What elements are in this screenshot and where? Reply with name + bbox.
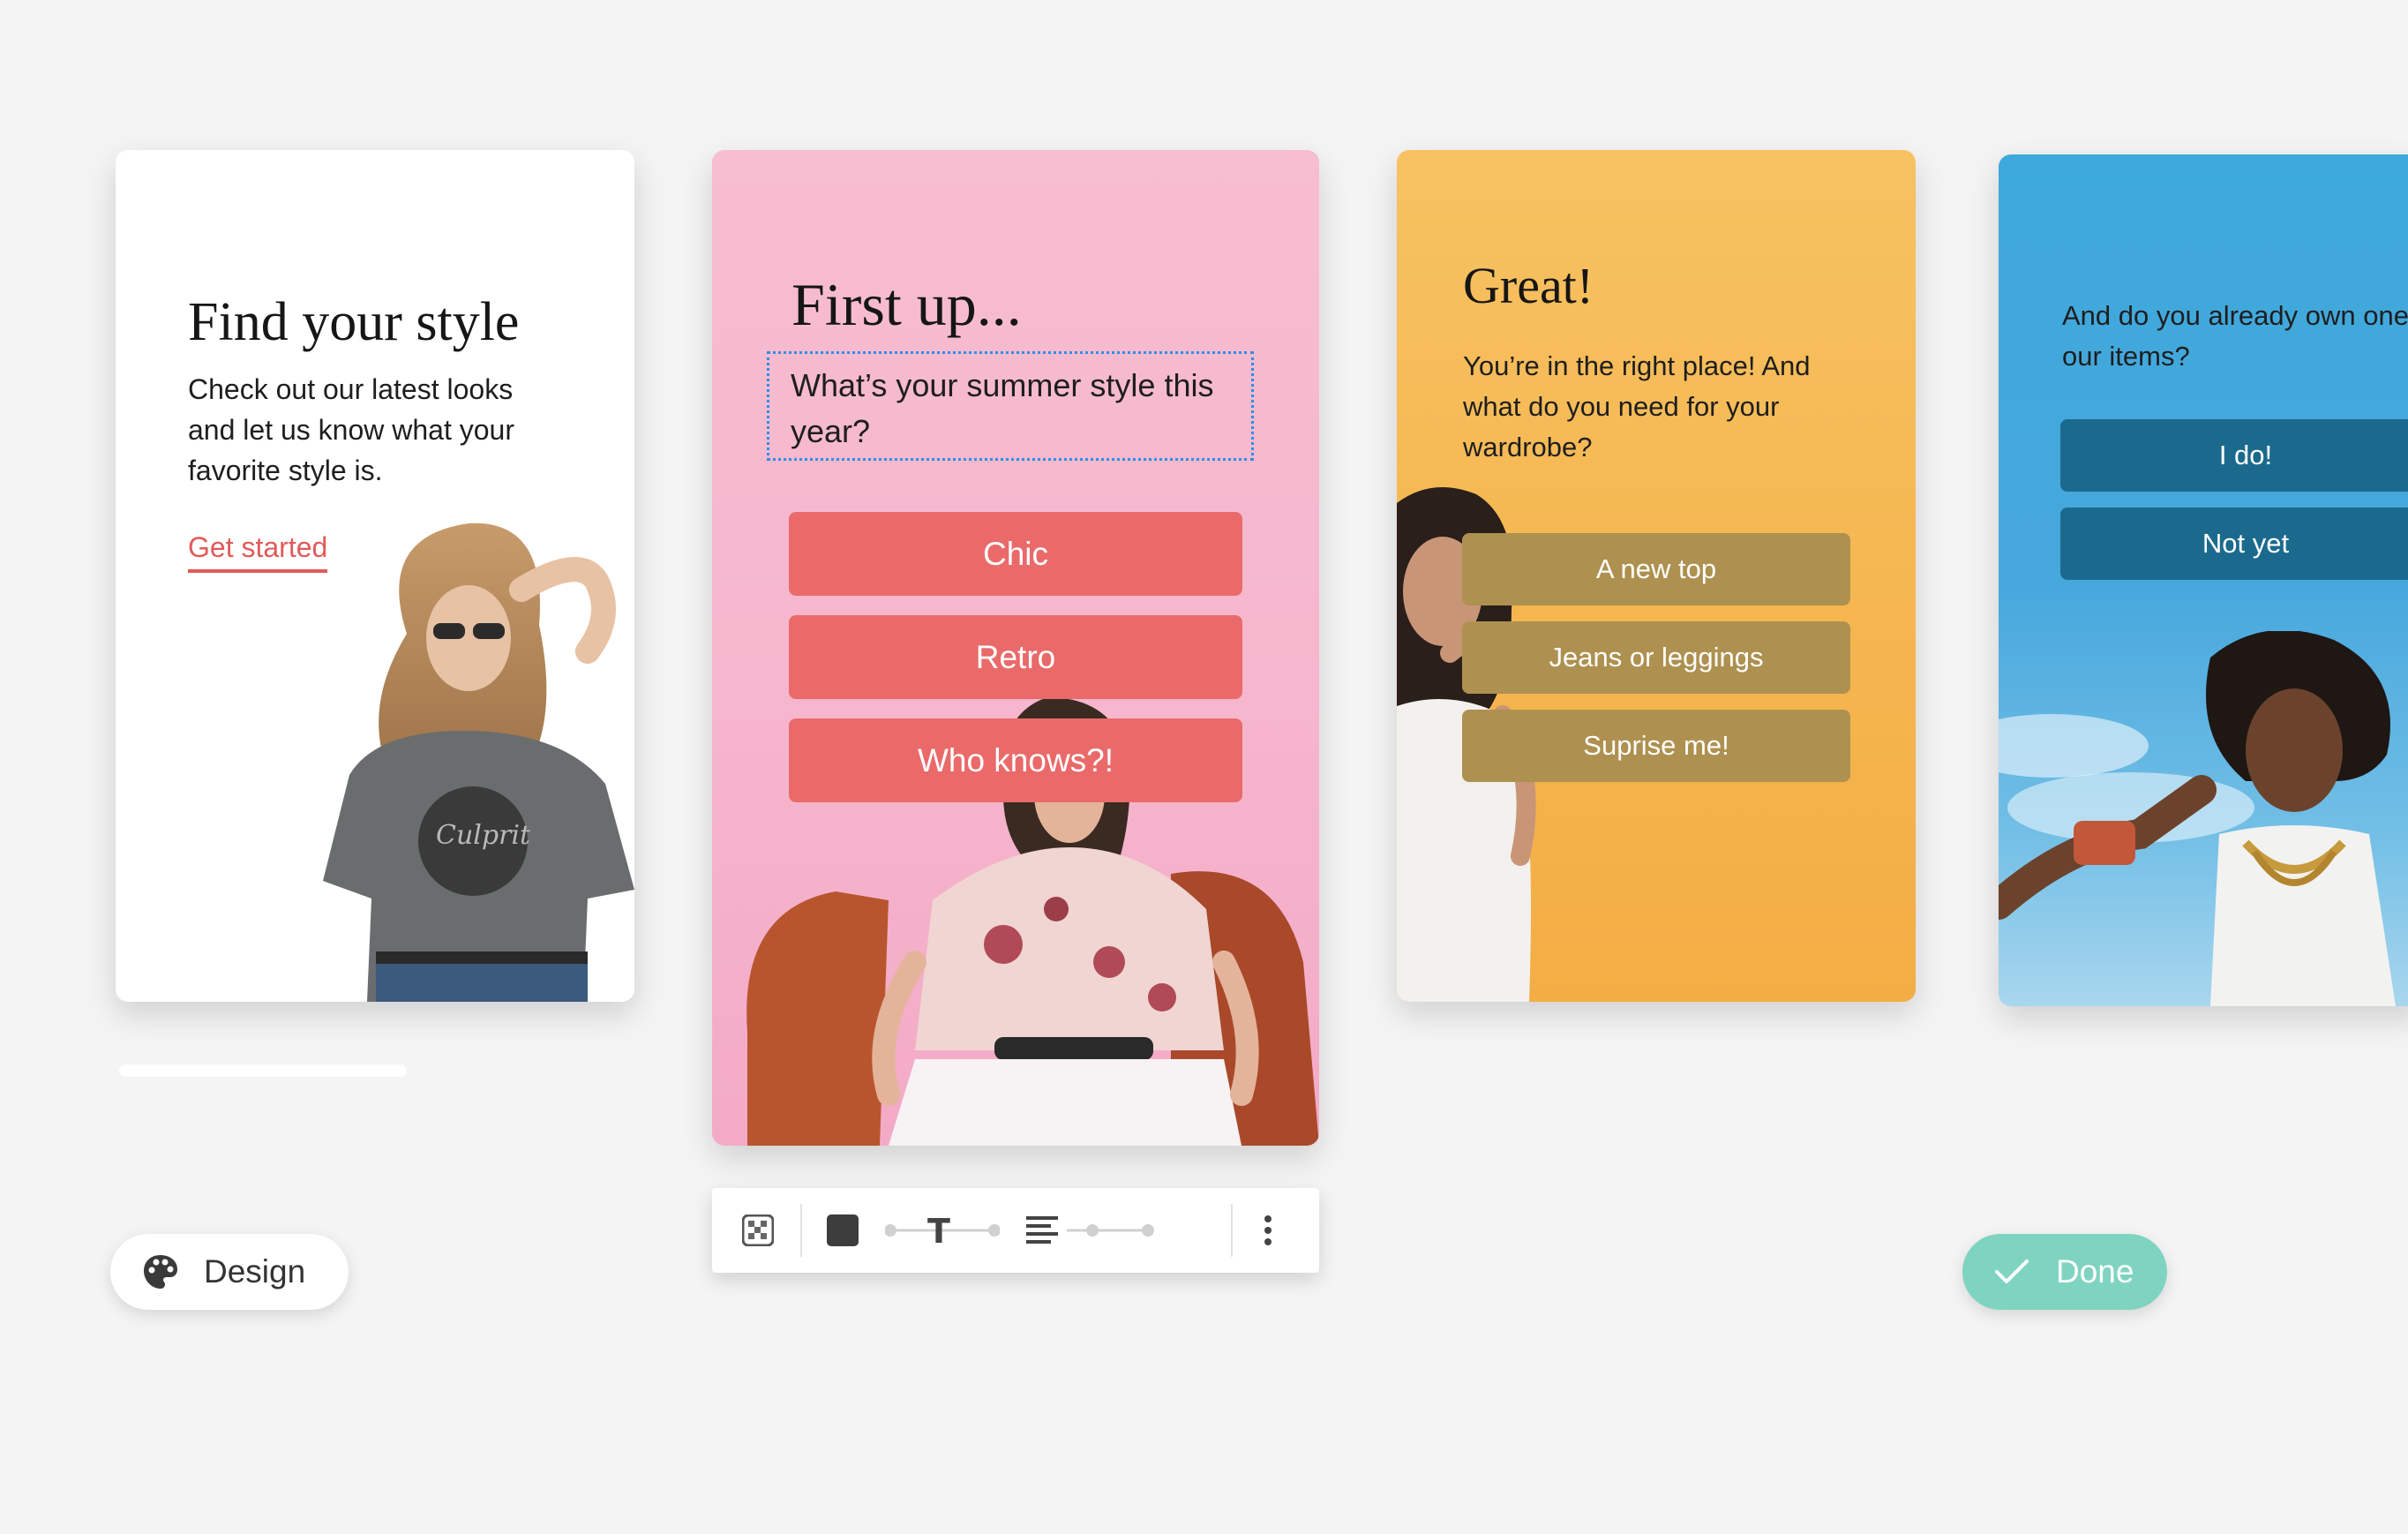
get-started-link[interactable]: Get started bbox=[188, 531, 328, 573]
done-button[interactable]: Done bbox=[1962, 1234, 2167, 1310]
toolbar-divider bbox=[1231, 1204, 1233, 1257]
color-fill-icon[interactable] bbox=[827, 1214, 859, 1246]
text-size-icon[interactable]: T bbox=[885, 1214, 1000, 1246]
option-button-retro[interactable]: Retro bbox=[789, 615, 1242, 699]
slide-card-own-items[interactable]: And do you already own one of our items?… bbox=[1999, 154, 2408, 1006]
check-icon bbox=[1995, 1260, 2029, 1283]
question-text-field[interactable]: What’s your summer style this year? bbox=[767, 351, 1254, 461]
design-button-label: Design bbox=[204, 1253, 306, 1290]
model-photo-sky bbox=[1999, 631, 2396, 1006]
slide-body: Check out our latest looks and let us kn… bbox=[188, 373, 514, 486]
svg-text:T: T bbox=[927, 1214, 950, 1246]
svg-text:Culprit: Culprit bbox=[436, 820, 531, 851]
slide-title: First up... bbox=[791, 271, 1022, 338]
slide-progress-bar bbox=[119, 1064, 407, 1077]
slide-card-great[interactable]: Great! You’re in the right place! And wh… bbox=[1397, 150, 1916, 1002]
option-button-new-top[interactable]: A new top bbox=[1462, 533, 1850, 605]
slide-body: You’re in the right place! And what do y… bbox=[1463, 350, 1811, 462]
option-button-surprise-me[interactable]: Suprise me! bbox=[1462, 710, 1850, 782]
slide-card-find-your-style[interactable]: Culprit Find your style Check out our la… bbox=[116, 150, 634, 1002]
model-photo-grey-tee: Culprit bbox=[323, 523, 634, 1002]
design-button[interactable]: Design bbox=[110, 1234, 349, 1310]
palette-icon bbox=[144, 1255, 177, 1289]
option-button-chic[interactable]: Chic bbox=[789, 512, 1242, 596]
slide-title: Find your style bbox=[188, 292, 520, 352]
option-button-who-knows[interactable]: Who knows?! bbox=[789, 718, 1242, 802]
slide-body: And do you already own one of our items? bbox=[2062, 300, 2408, 372]
option-button-jeans-or-leggings[interactable]: Jeans or leggings bbox=[1462, 621, 1850, 694]
more-vertical-icon[interactable] bbox=[1261, 1214, 1275, 1246]
toolbar-divider bbox=[800, 1204, 802, 1257]
option-button-i-do[interactable]: I do! bbox=[2060, 419, 2408, 492]
transparency-icon[interactable] bbox=[742, 1214, 774, 1246]
slide-card-first-up[interactable]: First up... What’s your summer style thi… bbox=[712, 150, 1319, 1146]
slide-title: Great! bbox=[1463, 257, 1594, 314]
option-button-not-yet[interactable]: Not yet bbox=[2060, 508, 2408, 580]
done-button-label: Done bbox=[2056, 1253, 2134, 1290]
text-align-icon[interactable] bbox=[1026, 1214, 1159, 1246]
text-format-toolbar: T bbox=[712, 1188, 1319, 1273]
